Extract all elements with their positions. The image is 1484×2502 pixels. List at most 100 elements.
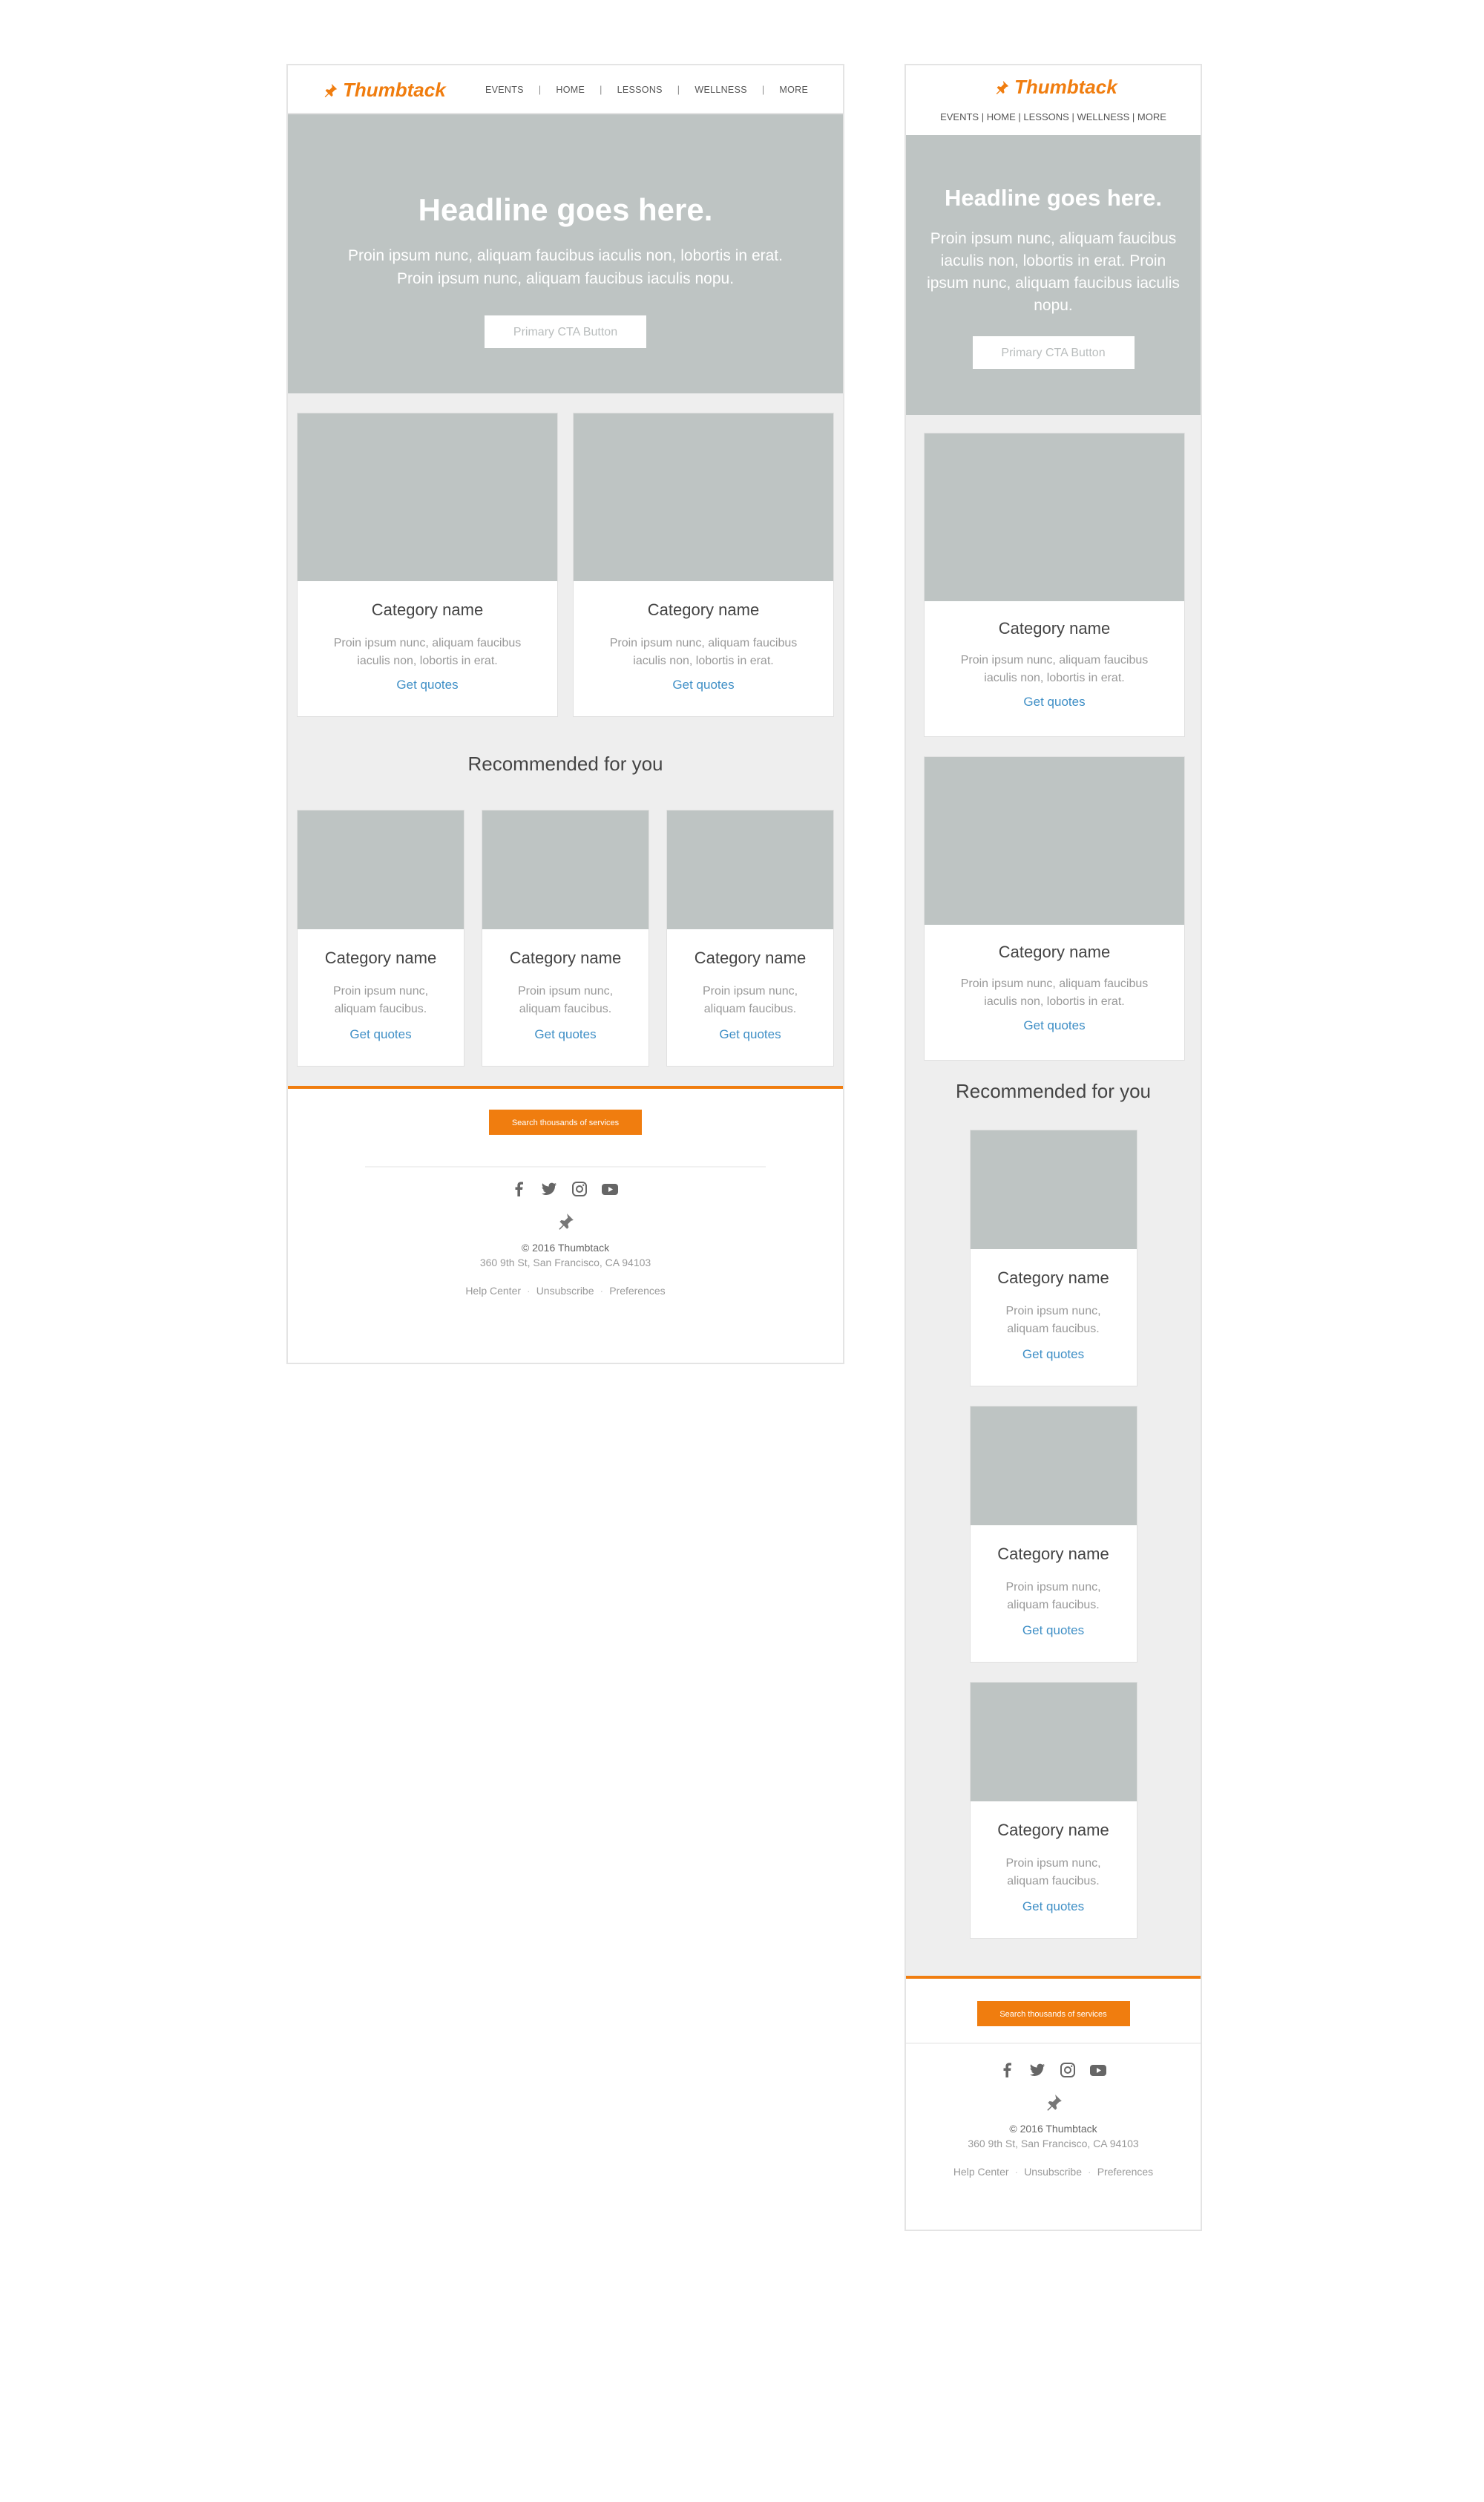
get-quotes-link[interactable]: Get quotes xyxy=(349,1027,411,1042)
desktop-email-layout: Thumbtack EVENTS | HOME | LESSONS | WELLNES… xyxy=(286,64,844,1364)
unsubscribe-link[interactable]: Unsubscribe xyxy=(536,1285,594,1297)
footer-links: Help Center · Unsubscribe · Preferences xyxy=(906,2166,1201,2178)
hero-headline: Headline goes here. xyxy=(945,185,1162,211)
logo-text: Thumbtack xyxy=(1014,76,1117,98)
category-image-placeholder[interactable] xyxy=(970,1683,1137,1801)
category-description: Proin ipsum nunc, aliquam faucibus. xyxy=(1005,1305,1101,1335)
nav-item-lessons[interactable]: LESSONS xyxy=(617,85,663,95)
content-area: Category name Proin ipsum nunc, aliquam … xyxy=(906,415,1201,1976)
category-description: Proin ipsum nunc, aliquam faucibus. xyxy=(702,985,798,1015)
footer-divider xyxy=(906,2043,1201,2044)
category-image-placeholder[interactable] xyxy=(970,1406,1137,1525)
get-quotes-link[interactable]: Get quotes xyxy=(396,678,458,692)
footer-links: Help Center · Unsubscribe · Preferences xyxy=(288,1285,843,1297)
link-separator: · xyxy=(527,1285,531,1297)
category-image-placeholder[interactable] xyxy=(970,1130,1137,1249)
recommended-card[interactable]: Category name Proin ipsum nunc, aliquam … xyxy=(666,810,834,1067)
get-quotes-link[interactable]: Get quotes xyxy=(1022,1347,1084,1362)
nav-item-lessons[interactable]: LESSONS xyxy=(1023,111,1068,122)
search-services-button[interactable]: Search thousands of services xyxy=(976,2001,1130,2026)
category-card[interactable]: Category name Proin ipsum nunc, aliquam … xyxy=(924,433,1185,737)
category-card[interactable]: Category name Proin ipsum nunc, aliquam … xyxy=(573,413,834,717)
featured-categories: Category name Proin ipsum nunc, aliquam … xyxy=(297,413,834,717)
nav-item-more[interactable]: MORE xyxy=(1137,111,1166,122)
nav-item-more[interactable]: MORE xyxy=(779,85,808,95)
content-area: Category name Proin ipsum nunc, aliquam … xyxy=(288,393,843,1086)
category-title: Category name xyxy=(324,949,437,967)
recommended-card[interactable]: Category name Proin ipsum nunc, aliquam … xyxy=(969,1130,1137,1386)
facebook-icon[interactable] xyxy=(1000,2062,1015,2078)
get-quotes-link[interactable]: Get quotes xyxy=(672,678,734,692)
category-title: Category name xyxy=(694,949,807,967)
nav-item-events[interactable]: EVENTS xyxy=(485,85,524,95)
category-image-placeholder[interactable] xyxy=(574,413,833,581)
nav-separator: | xyxy=(677,85,680,95)
footer-pin-icon xyxy=(288,1212,843,1231)
logo-text: Thumbtack xyxy=(343,79,446,101)
category-title: Category name xyxy=(997,1545,1109,1563)
category-image-placeholder[interactable] xyxy=(925,433,1184,601)
nav-separator: | xyxy=(600,85,603,95)
twitter-icon[interactable] xyxy=(540,1181,558,1197)
link-separator: · xyxy=(600,1285,604,1297)
nav-item-wellness[interactable]: WELLNESS xyxy=(1077,111,1129,122)
instagram-icon[interactable] xyxy=(1060,2062,1076,2078)
search-services-button[interactable]: Search thousands of services xyxy=(489,1110,642,1135)
recommended-card[interactable]: Category name Proin ipsum nunc, aliquam … xyxy=(969,1406,1137,1663)
category-image-placeholder[interactable] xyxy=(667,810,833,929)
facebook-icon[interactable] xyxy=(512,1181,527,1197)
thumbtack-logo[interactable]: Thumbtack xyxy=(322,79,446,102)
get-quotes-link[interactable]: Get quotes xyxy=(534,1027,596,1042)
category-description: Proin ipsum nunc, aliquam faucibus. xyxy=(517,985,614,1015)
preferences-link[interactable]: Preferences xyxy=(1097,2166,1153,2178)
get-quotes-link[interactable]: Get quotes xyxy=(1022,1899,1084,1914)
pin-logo-icon xyxy=(324,83,338,97)
recommended-categories: Category name Proin ipsum nunc, aliquam … xyxy=(924,1130,1183,1939)
copyright-text: © 2016 Thumbtack xyxy=(521,1242,610,1254)
category-card[interactable]: Category name Proin ipsum nunc, aliquam … xyxy=(297,413,558,717)
category-description: Proin ipsum nunc, aliquam faucibus iacul… xyxy=(960,977,1149,1008)
category-title: Category name xyxy=(371,600,484,619)
category-image-placeholder[interactable] xyxy=(482,810,649,929)
nav-item-events[interactable]: EVENTS xyxy=(940,111,979,122)
category-description: Proin ipsum nunc, aliquam faucibus. xyxy=(332,985,429,1015)
category-description: Proin ipsum nunc, aliquam faucibus iacul… xyxy=(333,637,522,667)
youtube-icon[interactable] xyxy=(1089,2062,1107,2078)
unsubscribe-link[interactable]: Unsubscribe xyxy=(1024,2166,1082,2178)
category-description: Proin ipsum nunc, aliquam faucibus. xyxy=(1005,1857,1101,1887)
primary-cta-button[interactable]: Primary CTA Button xyxy=(485,315,646,348)
recommended-card[interactable]: Category name Proin ipsum nunc, aliquam … xyxy=(482,810,649,1067)
get-quotes-link[interactable]: Get quotes xyxy=(719,1027,781,1042)
get-quotes-link[interactable]: Get quotes xyxy=(1022,1623,1084,1638)
category-title: Category name xyxy=(998,619,1111,638)
category-image-placeholder[interactable] xyxy=(925,757,1184,925)
category-image-placeholder[interactable] xyxy=(298,413,557,581)
instagram-icon[interactable] xyxy=(571,1181,588,1197)
recommended-card[interactable]: Category name Proin ipsum nunc, aliquam … xyxy=(969,1682,1137,1939)
nav-separator: | xyxy=(761,85,765,95)
nav-item-home[interactable]: HOME xyxy=(556,85,585,95)
help-center-link[interactable]: Help Center xyxy=(953,2166,1009,2178)
nav-item-home[interactable]: HOME xyxy=(987,111,1016,122)
recommended-categories: Category name Proin ipsum nunc, aliquam … xyxy=(297,810,834,1067)
category-title: Category name xyxy=(997,1821,1109,1839)
footer-pin-icon xyxy=(906,2093,1201,2112)
preferences-link[interactable]: Preferences xyxy=(609,1285,665,1297)
mobile-email-layout: Thumbtack EVENTS | HOME | LESSONS | WELL… xyxy=(904,64,1202,2231)
pin-logo-icon xyxy=(996,80,1009,94)
recommended-card[interactable]: Category name Proin ipsum nunc, aliquam … xyxy=(297,810,464,1067)
get-quotes-link[interactable]: Get quotes xyxy=(1023,695,1085,710)
twitter-icon[interactable] xyxy=(1028,2062,1046,2078)
youtube-icon[interactable] xyxy=(601,1181,619,1197)
category-card[interactable]: Category name Proin ipsum nunc, aliquam … xyxy=(924,756,1185,1061)
get-quotes-link[interactable]: Get quotes xyxy=(1023,1018,1085,1033)
category-image-placeholder[interactable] xyxy=(298,810,464,929)
nav-separator: | xyxy=(981,111,985,122)
nav-separator: | xyxy=(538,85,542,95)
thumbtack-logo[interactable]: Thumbtack xyxy=(994,76,1117,99)
primary-cta-button[interactable]: Primary CTA Button xyxy=(972,336,1135,369)
nav-item-wellness[interactable]: WELLNESS xyxy=(695,85,746,95)
social-links xyxy=(906,2062,1201,2078)
help-center-link[interactable]: Help Center xyxy=(465,1285,521,1297)
category-title: Category name xyxy=(509,949,622,967)
